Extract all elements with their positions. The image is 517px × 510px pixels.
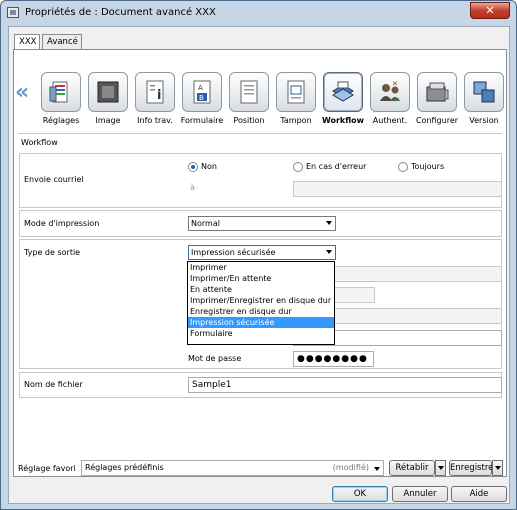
tab-panel: « » Réglages Image i Info trav. AB Formu… <box>13 49 507 477</box>
form-icon: AB <box>193 80 211 104</box>
output-type-label: Type de sortie <box>24 248 81 257</box>
file-name-label: Nom de fichier <box>24 380 83 389</box>
file-name-field[interactable]: Sample1 <box>188 377 502 393</box>
tab-avance[interactable]: Avancé <box>42 34 82 49</box>
print-mode-select[interactable]: Normal <box>188 216 336 231</box>
svg-text:i: i <box>157 88 161 103</box>
dialog-window: Propriétés de : Document avancé XXX ✕ XX… <box>0 0 517 510</box>
workflow-icon <box>332 81 354 102</box>
password-field[interactable]: ●●●●●●●● <box>293 351 374 367</box>
print-mode-value: Normal <box>191 219 220 228</box>
svg-text:✔: ✔ <box>394 96 400 104</box>
configure-icon <box>426 82 449 102</box>
hidden-field-3[interactable] <box>315 308 502 324</box>
settings-icon <box>49 81 68 103</box>
chevron-down-icon <box>326 250 332 254</box>
title-bar[interactable]: Propriétés de : Document avancé XXX ✕ <box>1 1 516 25</box>
svg-text:A: A <box>198 84 203 92</box>
radio-en-cas-derreur[interactable] <box>293 162 303 172</box>
position-icon <box>240 80 258 104</box>
dropdown-option[interactable]: Imprimer/Enregistrer en disque dur <box>188 295 334 306</box>
restore-menu-arrow[interactable] <box>435 460 446 476</box>
tool-label: Version <box>469 116 499 125</box>
password-label: Mot de passe <box>188 354 242 363</box>
dropdown-option[interactable]: En attente <box>188 284 334 295</box>
radio-en-cas-derreur-label: En cas d'erreur <box>306 162 367 171</box>
cancel-button[interactable]: Annuler <box>392 486 448 502</box>
stamp-icon <box>287 80 305 104</box>
scroll-left-icon[interactable]: « <box>15 80 29 105</box>
radio-toujours-label: Toujours <box>411 162 445 171</box>
close-button[interactable]: ✕ <box>470 2 510 19</box>
authentication-icon: ✕✔ <box>380 80 400 104</box>
print-mode-label: Mode d'impression <box>24 219 100 228</box>
save-menu-arrow[interactable] <box>492 460 503 476</box>
chevron-down-icon <box>326 221 332 225</box>
chevron-down-icon <box>374 467 380 471</box>
dialog-client: XXX Avancé « » Réglages Image i Info tra… <box>8 26 510 504</box>
printer-icon <box>7 7 19 18</box>
section-title: Workflow <box>21 138 58 147</box>
save-button[interactable]: Enregistrer <box>449 460 497 476</box>
dropdown-option[interactable]: Formulaire <box>188 328 334 339</box>
dropdown-option[interactable]: Imprimer <box>188 262 334 273</box>
print-mode-group: Mode d'impression Normal <box>19 210 502 237</box>
radio-non[interactable] <box>188 162 198 172</box>
hidden-field-1[interactable] <box>315 266 502 282</box>
dropdown-option[interactable]: Enregistrer en disque dur <box>188 306 334 317</box>
radio-toujours[interactable] <box>398 162 408 172</box>
ok-button[interactable]: OK <box>332 486 388 502</box>
favorite-select[interactable]: Réglages prédéfinis (modifié) <box>81 460 384 476</box>
svg-text:B: B <box>199 94 204 102</box>
output-type-select[interactable]: Impression sécurisée <box>188 245 336 260</box>
toolbar-divider <box>18 133 502 134</box>
to-label: à <box>190 183 195 192</box>
version-icon <box>473 81 495 103</box>
dropdown-option-selected[interactable]: Impression sécurisée <box>188 317 334 328</box>
favorite-label: Réglage favori <box>18 464 76 473</box>
tool-version[interactable]: Version <box>455 72 513 125</box>
dropdown-option[interactable]: Imprimer/En attente <box>188 273 334 284</box>
window-title: Propriétés de : Document avancé XXX <box>25 7 216 18</box>
restore-button[interactable]: Rétablir <box>389 460 435 476</box>
email-group: Envoie courriel Non En cas d'erreur Touj… <box>19 153 502 208</box>
help-button[interactable]: Aide <box>451 486 507 502</box>
svg-text:✕: ✕ <box>392 80 398 88</box>
modified-label: (modifié) <box>332 463 369 472</box>
image-icon <box>97 81 119 103</box>
output-type-value: Impression sécurisée <box>191 248 276 257</box>
favorite-value: Réglages prédéfinis <box>85 463 164 472</box>
radio-non-label: Non <box>201 162 217 171</box>
output-type-dropdown: Imprimer Imprimer/En attente En attente … <box>187 261 335 345</box>
file-name-group: Nom de fichier Sample1 <box>19 372 502 398</box>
email-to-field[interactable] <box>293 181 502 197</box>
email-label: Envoie courriel <box>24 175 84 184</box>
tab-xxx[interactable]: XXX <box>14 34 40 50</box>
job-info-icon: i <box>146 80 164 104</box>
